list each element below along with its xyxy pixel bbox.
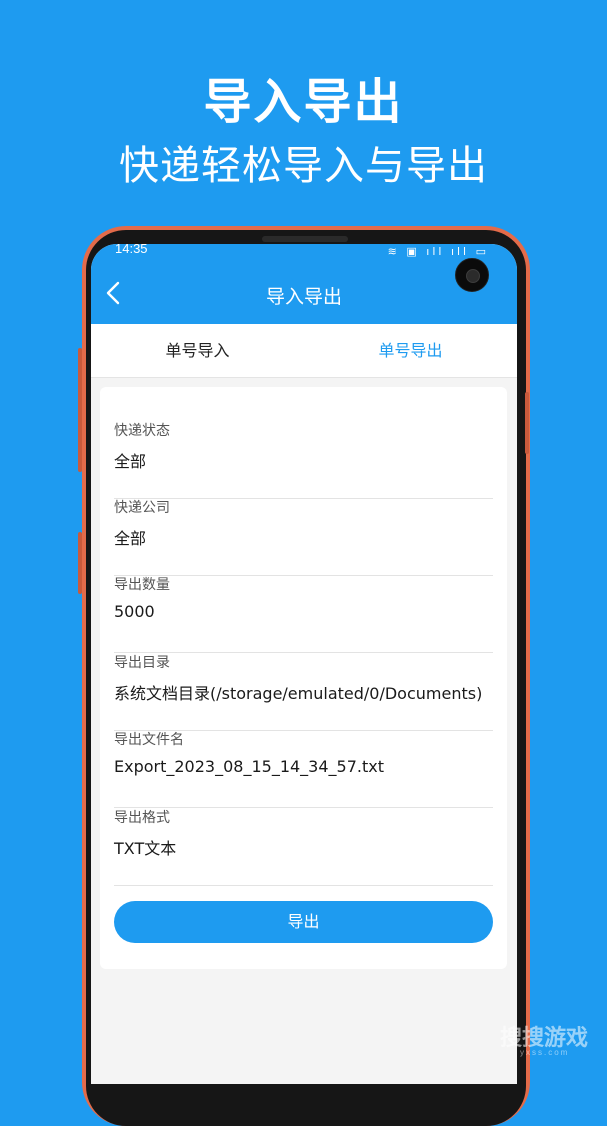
tab-import[interactable]: 单号导入	[91, 324, 304, 377]
field-export-directory[interactable]: 导出目录 系统文档目录(/storage/emulated/0/Document…	[114, 652, 493, 731]
app-header: 14:35 ≋ ▣ ıll ıll ▭ 导入导出	[91, 244, 517, 324]
field-label: 快递公司	[114, 500, 170, 516]
tab-export[interactable]: 单号导出	[304, 324, 517, 377]
watermark-url: yxss.com	[520, 1048, 570, 1057]
export-button[interactable]: 导出	[114, 901, 493, 943]
status-icons: ≋ ▣ ıll ıll ▭	[387, 245, 489, 258]
field-label: 导出格式	[114, 810, 170, 826]
field-label: 快递状态	[114, 423, 170, 439]
field-export-format[interactable]: 导出格式 TXT文本	[114, 807, 493, 886]
field-value: 系统文档目录(/storage/emulated/0/Documents)	[114, 684, 483, 703]
promo-subtitle: 快递轻松导入与导出	[119, 143, 488, 189]
status-time: 14:35	[115, 244, 148, 256]
tab-bar: 单号导入 单号导出	[91, 324, 517, 378]
app-screen: 14:35 ≋ ▣ ıll ıll ▭ 导入导出 单号导入 单号导出 快递状态 …	[91, 244, 517, 1084]
field-value: TXT文本	[114, 839, 177, 858]
field-express-status[interactable]: 快递状态 全部	[114, 420, 493, 499]
field-label: 导出文件名	[114, 732, 184, 748]
phone-side-button	[78, 532, 82, 594]
field-export-filename[interactable]: 导出文件名 Export_2023_08_15_14_34_57.txt	[114, 729, 493, 808]
field-value: 全部	[114, 452, 147, 471]
phone-side-button	[525, 392, 529, 454]
field-value: Export_2023_08_15_14_34_57.txt	[114, 757, 384, 776]
field-value: 5000	[114, 602, 155, 621]
field-label: 导出目录	[114, 655, 170, 671]
export-form-card: 快递状态 全部 快递公司 全部 导出数量 5000 导出目录 系统文档目录(/s…	[100, 387, 507, 969]
field-export-count[interactable]: 导出数量 5000	[114, 574, 493, 653]
phone-speaker	[262, 236, 348, 242]
field-label: 导出数量	[114, 577, 170, 593]
page-title: 导入导出	[265, 286, 342, 308]
field-value: 全部	[114, 529, 147, 548]
promo-title: 导入导出	[203, 74, 404, 130]
phone-side-button	[78, 348, 82, 472]
field-express-company[interactable]: 快递公司 全部	[114, 497, 493, 576]
